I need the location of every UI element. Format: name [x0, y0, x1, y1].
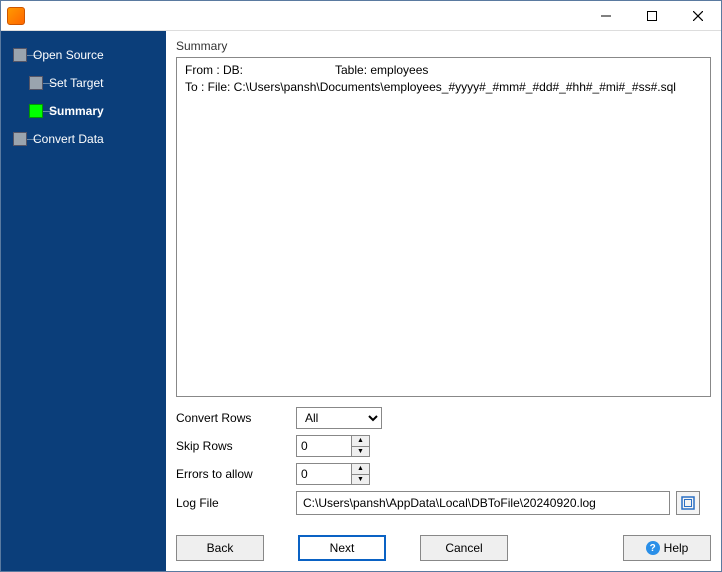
- close-button[interactable]: [675, 1, 721, 30]
- titlebar: [1, 1, 721, 31]
- nav-set-target[interactable]: Set Target: [1, 69, 166, 97]
- errors-label: Errors to allow: [176, 467, 296, 481]
- logfile-input[interactable]: [296, 491, 670, 515]
- summary-table: Table: employees: [335, 62, 428, 79]
- skip-rows-label: Skip Rows: [176, 439, 296, 453]
- logfile-label: Log File: [176, 496, 296, 510]
- spin-up-icon[interactable]: ▲: [352, 436, 369, 447]
- help-button[interactable]: ? Help: [623, 535, 711, 561]
- nav-open-source[interactable]: Open Source: [1, 41, 166, 69]
- summary-textarea[interactable]: From : DB: Table: employees To : File: C…: [176, 57, 711, 397]
- nav-label: Open Source: [33, 48, 104, 62]
- summary-heading: Summary: [176, 39, 711, 53]
- maximize-button[interactable]: [629, 1, 675, 30]
- minimize-button[interactable]: [583, 1, 629, 30]
- nav-convert-data[interactable]: Convert Data: [1, 125, 166, 153]
- skip-rows-input[interactable]: [297, 436, 351, 456]
- spin-up-icon[interactable]: ▲: [352, 464, 369, 475]
- next-button[interactable]: Next: [298, 535, 386, 561]
- sidebar: Open Source Set Target Summary Convert D…: [1, 31, 166, 571]
- summary-to-line: To : File: C:\Users\pansh\Documents\empl…: [185, 79, 702, 96]
- convert-rows-label: Convert Rows: [176, 411, 296, 425]
- summary-from-db: From : DB:: [185, 62, 335, 79]
- errors-input[interactable]: [297, 464, 351, 484]
- skip-rows-spinner[interactable]: ▲ ▼: [296, 435, 370, 457]
- errors-spinner[interactable]: ▲ ▼: [296, 463, 370, 485]
- browse-icon: [681, 496, 695, 510]
- content-area: Summary From : DB: Table: employees To :…: [166, 31, 721, 571]
- nav-summary[interactable]: Summary: [1, 97, 166, 125]
- cancel-button[interactable]: Cancel: [420, 535, 508, 561]
- spin-down-icon[interactable]: ▼: [352, 475, 369, 485]
- nav-label: Set Target: [49, 76, 103, 90]
- step-box-icon: [29, 104, 43, 118]
- app-icon: [7, 7, 25, 25]
- step-box-icon: [29, 76, 43, 90]
- step-box-icon: [13, 132, 27, 146]
- browse-button[interactable]: [676, 491, 700, 515]
- convert-rows-select[interactable]: All: [296, 407, 382, 429]
- nav-label: Convert Data: [33, 132, 104, 146]
- back-button[interactable]: Back: [176, 535, 264, 561]
- step-box-icon: [13, 48, 27, 62]
- help-icon: ?: [646, 541, 660, 555]
- nav-label: Summary: [49, 104, 104, 118]
- spin-down-icon[interactable]: ▼: [352, 447, 369, 457]
